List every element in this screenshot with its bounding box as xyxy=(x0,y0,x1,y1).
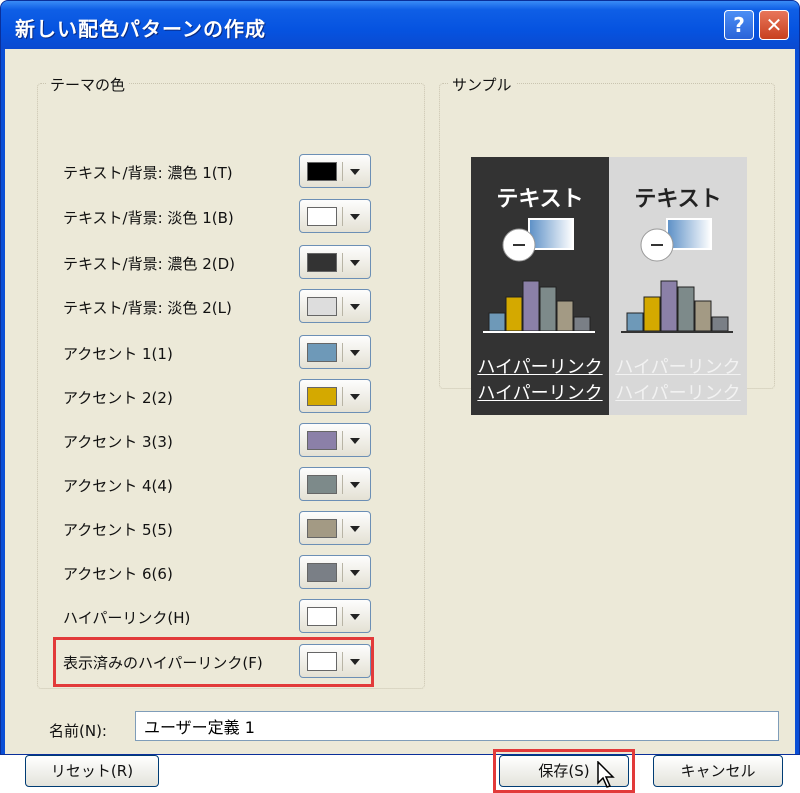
sample-light-bar-4 xyxy=(677,286,695,332)
color-swatch xyxy=(307,162,337,181)
theme-color-picker[interactable] xyxy=(299,379,371,413)
sample-dark-bar-1 xyxy=(488,312,506,332)
sample-light-box-icon xyxy=(666,218,712,250)
color-swatch xyxy=(307,387,337,406)
sample-dark-box-icon xyxy=(528,218,574,250)
color-swatch xyxy=(307,519,337,538)
color-swatch xyxy=(307,563,337,582)
picker-divider xyxy=(342,431,343,450)
sample-preview: テキスト ハイパーリンク ハイパーリンク テキスト ハイパーリンク ハイパーリン… xyxy=(471,157,747,415)
theme-color-label: テキスト/背景: 淡色 2(L) xyxy=(63,299,232,317)
color-swatch xyxy=(307,207,337,226)
sample-dark-bar-3 xyxy=(522,280,540,332)
dropdown-arrow-icon xyxy=(350,214,360,220)
sample-light-bar-1 xyxy=(626,312,644,332)
theme-color-label: アクセント 3(3) xyxy=(63,433,173,451)
sample-dark-bar-5 xyxy=(556,300,574,332)
picker-divider xyxy=(342,207,343,226)
dropdown-arrow-icon xyxy=(350,570,360,576)
dialog-window: 新しい配色パターンの作成 ? ✕ テーマの色 サンプル テキスト/背景: 濃色 … xyxy=(0,0,800,793)
theme-color-picker[interactable] xyxy=(299,555,371,589)
sample-light-link-2: ハイパーリンク xyxy=(615,383,741,404)
sample-light-link-1: ハイパーリンク xyxy=(615,357,741,378)
theme-colors-title: テーマの色 xyxy=(46,74,130,95)
picker-divider xyxy=(342,475,343,494)
theme-color-picker[interactable] xyxy=(299,599,371,633)
theme-color-label: アクセント 2(2) xyxy=(63,389,173,407)
dropdown-arrow-icon xyxy=(350,304,360,310)
name-label: 名前(N): xyxy=(49,722,107,740)
sample-light-bar-2 xyxy=(643,296,661,332)
picker-divider xyxy=(342,387,343,406)
theme-color-label: アクセント 5(5) xyxy=(63,521,173,539)
theme-color-label: アクセント 4(4) xyxy=(63,477,173,495)
dialog-body: テーマの色 サンプル テキスト/背景: 濃色 1(T) テキスト/背景: 淡色 1… xyxy=(5,49,795,793)
picker-divider xyxy=(342,343,343,362)
visited-link-highlight xyxy=(53,637,374,687)
theme-color-label: アクセント 1(1) xyxy=(63,345,173,363)
dropdown-arrow-icon xyxy=(350,526,360,532)
title-bar[interactable]: 新しい配色パターンの作成 ? ✕ xyxy=(1,1,799,49)
theme-color-label: テキスト/背景: 濃色 2(D) xyxy=(63,255,235,273)
theme-color-picker[interactable] xyxy=(299,467,371,501)
dropdown-arrow-icon xyxy=(350,482,360,488)
picker-divider xyxy=(342,162,343,181)
cancel-button[interactable]: キャンセル xyxy=(653,755,783,787)
color-swatch xyxy=(307,343,337,362)
color-swatch xyxy=(307,475,337,494)
close-button[interactable]: ✕ xyxy=(759,10,789,40)
picker-divider xyxy=(342,607,343,626)
mouse-cursor-icon xyxy=(597,761,615,788)
theme-color-picker[interactable] xyxy=(299,335,371,369)
sample-light-bar-3 xyxy=(660,280,678,332)
sample-dark-bar-2 xyxy=(505,296,523,332)
color-swatch xyxy=(307,253,337,272)
theme-color-picker[interactable] xyxy=(299,289,371,323)
theme-color-label: テキスト/背景: 淡色 1(B) xyxy=(63,209,234,227)
sample-light-half: テキスト ハイパーリンク ハイパーリンク xyxy=(609,157,747,415)
sample-dark-half: テキスト ハイパーリンク ハイパーリンク xyxy=(471,157,609,415)
theme-color-label: テキスト/背景: 濃色 1(T) xyxy=(63,164,233,182)
dropdown-arrow-icon xyxy=(350,614,360,620)
dropdown-arrow-icon xyxy=(350,438,360,444)
dropdown-arrow-icon xyxy=(350,260,360,266)
name-input[interactable] xyxy=(135,711,779,741)
dialog-title: 新しい配色パターンの作成 xyxy=(15,17,266,41)
theme-color-label: ハイパーリンク(H) xyxy=(63,609,191,627)
picker-divider xyxy=(342,519,343,538)
theme-color-picker[interactable] xyxy=(299,245,371,279)
sample-dark-bar-4 xyxy=(539,286,557,332)
sample-dark-link-2: ハイパーリンク xyxy=(477,383,603,404)
sample-light-bar-5 xyxy=(694,300,712,332)
sample-light-bar-6 xyxy=(711,316,729,332)
color-swatch xyxy=(307,297,337,316)
theme-color-picker[interactable] xyxy=(299,154,371,188)
dropdown-arrow-icon xyxy=(350,350,360,356)
picker-divider xyxy=(342,297,343,316)
sample-dark-link-1: ハイパーリンク xyxy=(477,357,603,378)
dropdown-arrow-icon xyxy=(350,169,360,175)
sample-dark-bar-6 xyxy=(573,316,591,332)
color-swatch xyxy=(307,607,337,626)
theme-color-picker[interactable] xyxy=(299,423,371,457)
theme-color-label: アクセント 6(6) xyxy=(63,565,173,583)
color-swatch xyxy=(307,431,337,450)
dropdown-arrow-icon xyxy=(350,394,360,400)
picker-divider xyxy=(342,253,343,272)
reset-button[interactable]: リセット(R) xyxy=(25,755,159,787)
picker-divider xyxy=(342,563,343,582)
theme-color-picker[interactable] xyxy=(299,199,371,233)
theme-color-picker[interactable] xyxy=(299,511,371,545)
help-button[interactable]: ? xyxy=(724,10,754,40)
sample-title: サンプル xyxy=(448,74,516,95)
